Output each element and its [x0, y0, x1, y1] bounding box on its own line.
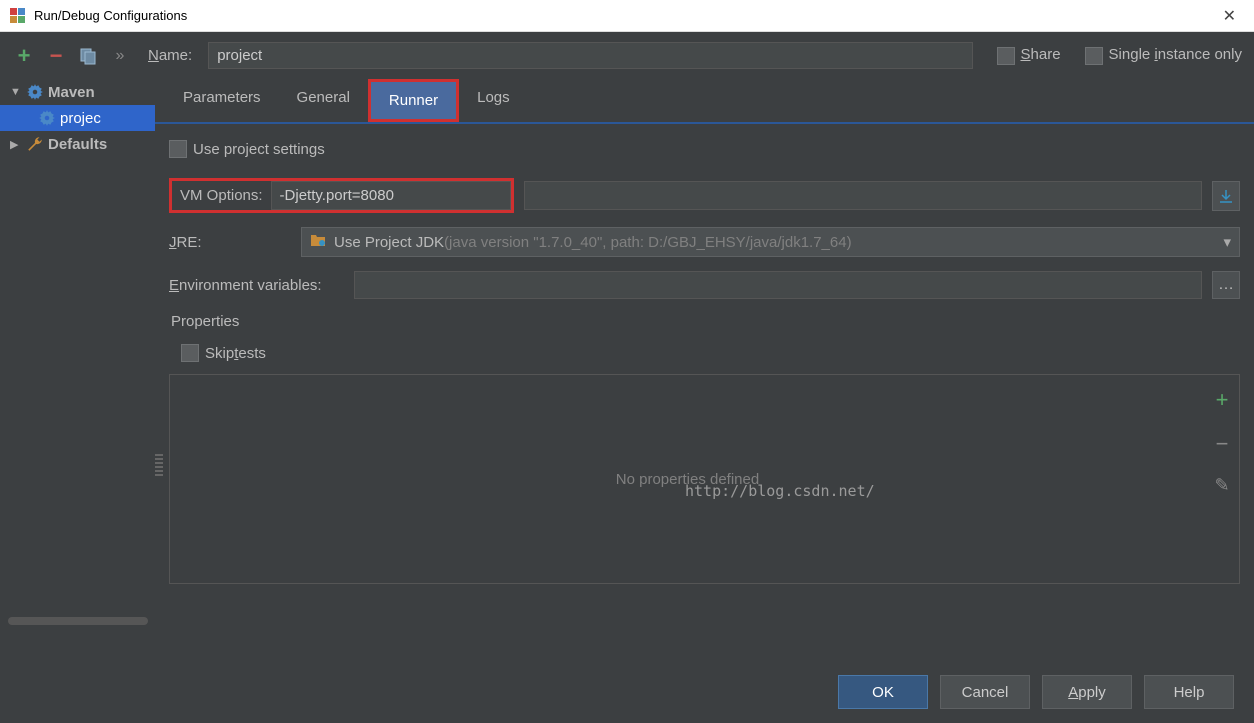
tab-parameters[interactable]: Parameters: [165, 79, 279, 122]
jre-label: JRE:: [169, 234, 219, 251]
properties-list: No properties defined + − ✎: [169, 374, 1240, 584]
add-property-button[interactable]: +: [1216, 387, 1229, 413]
use-project-settings-checkbox[interactable]: Use project settings: [169, 140, 1240, 158]
tree-item-maven[interactable]: ▼ Maven: [0, 79, 155, 105]
vm-options-label: VM Options:: [172, 181, 271, 210]
window-title: Run/Debug Configurations: [34, 8, 1215, 23]
vm-options-input-ext[interactable]: [524, 181, 1202, 210]
titlebar: Run/Debug Configurations ✕: [0, 0, 1254, 32]
env-variables-input[interactable]: [354, 271, 1202, 299]
add-config-button[interactable]: +: [12, 44, 36, 68]
properties-label: Properties: [171, 313, 1240, 330]
tree-item-defaults[interactable]: ▶ Defaults: [0, 131, 155, 157]
close-icon[interactable]: ✕: [1215, 6, 1244, 26]
chevron-right-icon: ▶: [10, 138, 24, 151]
chevron-down-icon: ▾: [1223, 233, 1231, 251]
tree-item-label: Maven: [48, 84, 95, 101]
help-button[interactable]: Help: [1144, 675, 1234, 709]
runner-panel: Use project settings VM Options: JRE:: [155, 124, 1254, 661]
app-icon: [10, 8, 26, 24]
tree-item-label: projec: [60, 110, 101, 127]
env-browse-button[interactable]: …: [1212, 271, 1240, 299]
env-label: Environment variables:: [169, 277, 344, 294]
config-name-input[interactable]: [208, 42, 972, 69]
expand-vm-button[interactable]: [1212, 181, 1240, 211]
skip-tests-checkbox[interactable]: Skip tests: [181, 344, 1240, 362]
copy-config-button[interactable]: [76, 44, 100, 68]
tab-general[interactable]: General: [279, 79, 368, 122]
more-chevron-icon[interactable]: »: [108, 44, 132, 68]
remove-config-button[interactable]: −: [44, 44, 68, 68]
single-instance-checkbox[interactable]: Single instance only: [1085, 46, 1242, 64]
apply-button[interactable]: Apply: [1042, 675, 1132, 709]
name-label: Name:: [148, 47, 192, 64]
config-toolbar: + − » Name: Share Single instance only: [0, 32, 1254, 79]
config-tree: ▼ Maven projec ▶ Defaults: [0, 79, 155, 723]
jre-select[interactable]: Use Project JDK (java version "1.7.0_40"…: [301, 227, 1240, 257]
chevron-down-icon: ▼: [10, 86, 24, 98]
gear-icon: [38, 109, 56, 127]
jre-value: Use Project JDK: [334, 234, 444, 251]
tree-item-label: Defaults: [48, 136, 107, 153]
sidebar-scrollbar[interactable]: [8, 617, 148, 625]
gear-icon: [26, 83, 44, 101]
panel-resize-handle[interactable]: [155, 452, 163, 476]
dialog-buttons: OK Cancel Apply Help: [155, 661, 1254, 723]
tab-runner[interactable]: Runner: [368, 79, 459, 122]
cancel-button[interactable]: Cancel: [940, 675, 1030, 709]
edit-property-button[interactable]: ✎: [1214, 475, 1229, 496]
tree-item-project[interactable]: projec: [0, 105, 155, 131]
tab-bar: Parameters General Runner Logs: [155, 79, 1254, 124]
remove-property-button[interactable]: −: [1216, 431, 1229, 457]
share-checkbox[interactable]: Share: [997, 46, 1061, 64]
folder-icon: [310, 233, 326, 251]
tab-logs[interactable]: Logs: [459, 79, 528, 122]
vm-options-input[interactable]: [271, 181, 511, 210]
properties-empty-label: No properties defined: [170, 375, 1205, 583]
wrench-icon: [26, 135, 44, 153]
jre-detail: (java version "1.7.0_40", path: D:/GBJ_E…: [444, 234, 852, 251]
ok-button[interactable]: OK: [838, 675, 928, 709]
